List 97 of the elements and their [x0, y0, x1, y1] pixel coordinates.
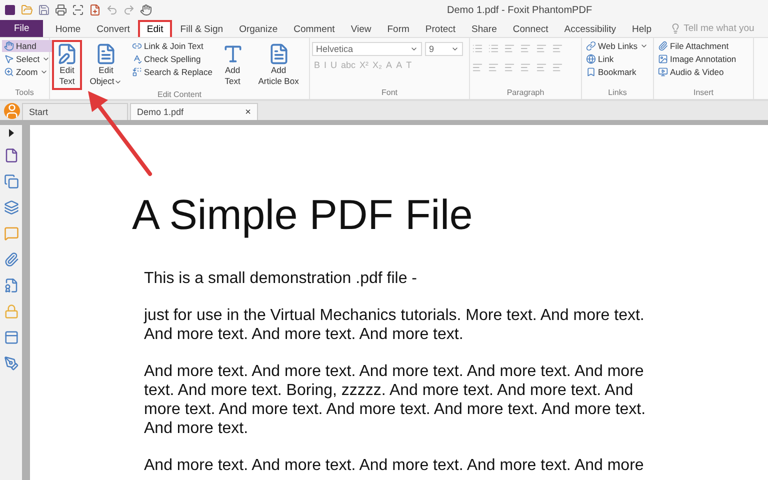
ribbon-button[interactable]: Audio & Video	[656, 66, 738, 78]
folder-icon[interactable]	[21, 4, 33, 16]
caret-icon	[451, 45, 459, 53]
list-icon[interactable]	[488, 43, 499, 54]
ribbon-tab[interactable]: Fill & Sign	[172, 20, 232, 37]
app-logo-icon	[4, 4, 16, 16]
lightbulb-icon	[670, 23, 681, 34]
print-icon[interactable]	[55, 4, 67, 16]
ribbon-button[interactable]: Add Text	[218, 40, 248, 90]
spacing-icon[interactable]	[552, 62, 563, 73]
align-icon[interactable]	[520, 43, 531, 54]
page-icon[interactable]	[4, 148, 18, 163]
tool-icon	[132, 41, 142, 51]
document-paragraph: And more text. And more text. And more text. And more text. And more	[144, 456, 645, 475]
spacing-icon[interactable]	[504, 62, 515, 73]
spacing-icon[interactable]	[472, 62, 483, 73]
new-file-icon[interactable]	[89, 4, 101, 16]
paperclip-icon	[658, 41, 668, 51]
spacing-icon[interactable]	[536, 62, 547, 73]
hand-icon[interactable]	[140, 4, 152, 16]
group-label: Insert	[692, 88, 714, 99]
globe-icon	[586, 54, 596, 64]
undo-icon[interactable]	[106, 4, 118, 16]
ribbon-button[interactable]: Image Annotation	[656, 53, 738, 65]
ribbon-button[interactable]: Web Links	[584, 40, 650, 52]
ribbon-button[interactable]: Edit Object	[85, 40, 127, 90]
document-tab[interactable]: Demo 1.pdf ×	[130, 103, 258, 120]
ribbon-tab[interactable]: Share	[464, 20, 505, 37]
group-label: Font	[380, 88, 398, 99]
certificate-icon[interactable]	[4, 278, 18, 293]
form-icon[interactable]	[4, 330, 18, 345]
video-icon	[658, 67, 668, 77]
tool-icon	[132, 54, 142, 64]
list-icon[interactable]	[472, 43, 483, 54]
document-paragraph: just for use in the Virtual Mechanics tutorials. More text. And more text. And more text. And more text. And more text.	[144, 306, 646, 344]
ribbon-tab[interactable]: Comment	[286, 20, 343, 37]
tool-icon	[4, 54, 14, 64]
ribbon-tab[interactable]: Convert	[88, 20, 138, 37]
group-label: Tools	[14, 88, 35, 99]
tool-icon	[4, 67, 14, 77]
spacing-icon[interactable]	[488, 62, 499, 73]
align-icon[interactable]	[504, 43, 515, 54]
pages-icon[interactable]	[4, 174, 18, 189]
align-icon[interactable]	[552, 43, 563, 54]
font-family-field[interactable]: Helvetica	[312, 42, 422, 56]
document-title: A Simple PDF File	[132, 191, 474, 239]
document-icon	[95, 43, 117, 65]
document-pen-icon	[56, 43, 78, 65]
file-menu[interactable]: File	[0, 20, 44, 37]
caret-icon	[640, 42, 648, 50]
paperclip-icon[interactable]	[4, 252, 18, 267]
tool-button[interactable]: Hand	[2, 40, 52, 52]
ribbon-button[interactable]: Link	[584, 53, 650, 65]
ribbon-tab[interactable]: Connect	[504, 20, 556, 37]
group-label: Links	[607, 88, 628, 99]
tool-button[interactable]: Zoom	[2, 66, 52, 78]
ribbon-button[interactable]: File Attachment	[656, 40, 738, 52]
align-icon[interactable]	[536, 43, 547, 54]
ribbon-button[interactable]: Link & Join Text	[130, 40, 215, 52]
ribbon-button[interactable]: Edit Text	[52, 40, 82, 90]
lock-icon[interactable]	[4, 304, 18, 319]
ribbon-button[interactable]: Check Spelling	[130, 53, 215, 65]
bookmark-icon	[586, 67, 596, 77]
tool-button[interactable]: Select	[2, 53, 52, 65]
document-paragraph: This is a small demonstration .pdf file -	[144, 269, 418, 288]
scan-icon[interactable]	[72, 4, 84, 16]
window-title: Demo 1.pdf - Foxit PhantomPDF	[447, 4, 592, 16]
document-paragraph: And more text. And more text. And more text. And more text. And more text. And more text. Boring, zzzzz. And more text. And more text. And more text. And more text. And more text. And more text. And more text. And more text.	[144, 362, 647, 438]
user-avatar-icon[interactable]	[4, 102, 20, 118]
ribbon-tab[interactable]: Help	[624, 20, 660, 37]
close-icon[interactable]: ×	[245, 106, 251, 118]
document-tab[interactable]: Start	[22, 103, 128, 120]
tool-icon	[132, 67, 142, 77]
link-icon	[586, 41, 596, 51]
image-icon	[658, 54, 668, 64]
signature-icon[interactable]	[4, 356, 18, 371]
tool-icon	[4, 41, 14, 51]
ribbon-button[interactable]: Add Article Box	[250, 40, 307, 90]
ribbon-tab[interactable]: Organize	[231, 20, 286, 37]
ribbon-button[interactable]: Search & Replace	[130, 66, 215, 78]
ribbon-tab[interactable]: Home	[47, 20, 89, 37]
group-label: Edit Content	[156, 90, 203, 101]
ribbon-button[interactable]: Bookmark	[584, 66, 650, 78]
ribbon-tab[interactable]: Protect	[417, 20, 464, 37]
layers-icon[interactable]	[4, 200, 18, 215]
redo-icon[interactable]	[123, 4, 135, 16]
save-icon[interactable]	[38, 4, 50, 16]
group-label: Paragraph	[506, 88, 546, 99]
expand-icon[interactable]	[8, 129, 14, 137]
comment-icon[interactable]	[4, 226, 18, 241]
font-size-field[interactable]: 9	[425, 42, 463, 56]
ribbon-tab[interactable]: Edit	[138, 20, 172, 37]
ribbon-tab[interactable]: Form	[379, 20, 418, 37]
ribbon-tab[interactable]: View	[342, 20, 380, 37]
caret-icon	[410, 45, 418, 53]
ribbon-tab[interactable]: Accessibility	[556, 20, 624, 37]
spacing-icon[interactable]	[520, 62, 531, 73]
